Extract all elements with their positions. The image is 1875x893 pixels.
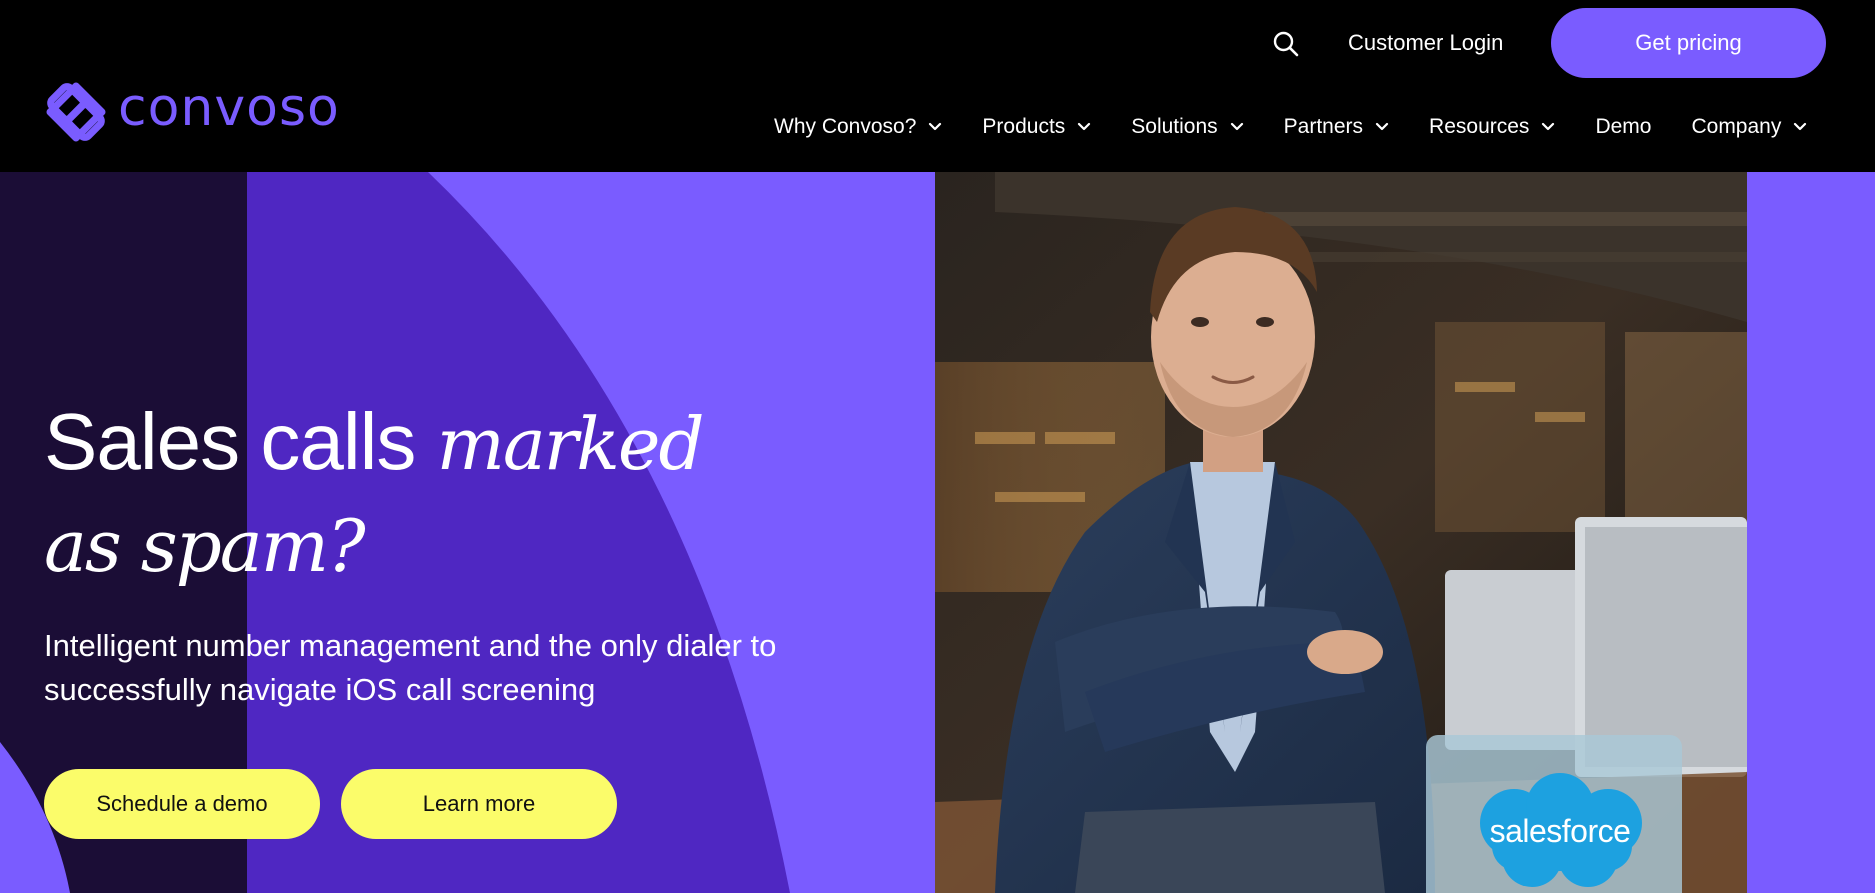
- hero-subtext: Intelligent number management and the on…: [44, 628, 777, 707]
- nav-item-why-convoso[interactable]: Why Convoso?: [774, 112, 942, 142]
- salesforce-badge: salesforce: [1426, 735, 1682, 893]
- nav-item-label: Partners: [1283, 115, 1364, 138]
- hero-section: Sales calls marked as spam? Intelligent n…: [0, 172, 1875, 893]
- chevron-down-icon: [1542, 122, 1555, 131]
- headline-regular: Sales calls: [44, 397, 437, 486]
- customer-login-link[interactable]: Customer Login: [1348, 30, 1503, 56]
- convoso-logo[interactable]: convoso: [44, 80, 340, 144]
- nav-item-resources[interactable]: Resources: [1429, 112, 1555, 142]
- hero-photo: salesforce: [935, 172, 1747, 893]
- headline-italic-2: as spam?: [44, 504, 366, 588]
- logo-wordmark: convoso: [118, 78, 340, 138]
- convoso-logo-icon: [46, 82, 106, 142]
- chevron-down-icon: [1078, 122, 1091, 131]
- nav-item-label: Resources: [1429, 115, 1530, 138]
- nav-item-partners[interactable]: Partners: [1284, 112, 1389, 142]
- nav-item-label: Company: [1691, 115, 1782, 138]
- nav-item-demo[interactable]: Demo: [1595, 112, 1651, 142]
- search-icon: [1273, 31, 1299, 57]
- headline-italic-1: marked: [436, 402, 705, 486]
- schedule-demo-button[interactable]: Schedule a demo: [44, 769, 320, 839]
- search-button[interactable]: [1272, 30, 1300, 58]
- chevron-down-icon: [1230, 122, 1243, 131]
- site-header: convoso Customer Login Get pricing Why C…: [0, 0, 1875, 172]
- nav-item-label: Products: [982, 115, 1066, 138]
- hero-headline: Sales calls marked as spam?: [44, 392, 705, 596]
- nav-item-label: Why Convoso?: [774, 115, 917, 138]
- main-nav: Why Convoso? Products Solutions Partners…: [774, 112, 1807, 142]
- nav-item-company[interactable]: Company: [1691, 112, 1807, 142]
- chevron-down-icon: [1794, 122, 1807, 131]
- nav-item-products[interactable]: Products: [982, 112, 1091, 142]
- get-pricing-button[interactable]: Get pricing: [1551, 8, 1826, 78]
- nav-item-label: Demo: [1595, 115, 1652, 138]
- chevron-down-icon: [929, 122, 942, 131]
- chevron-down-icon: [1375, 122, 1389, 131]
- salesforce-wordmark: salesforce: [1489, 812, 1631, 849]
- learn-more-button[interactable]: Learn more: [341, 769, 617, 839]
- nav-item-label: Solutions: [1131, 115, 1218, 138]
- nav-item-solutions[interactable]: Solutions: [1131, 112, 1243, 142]
